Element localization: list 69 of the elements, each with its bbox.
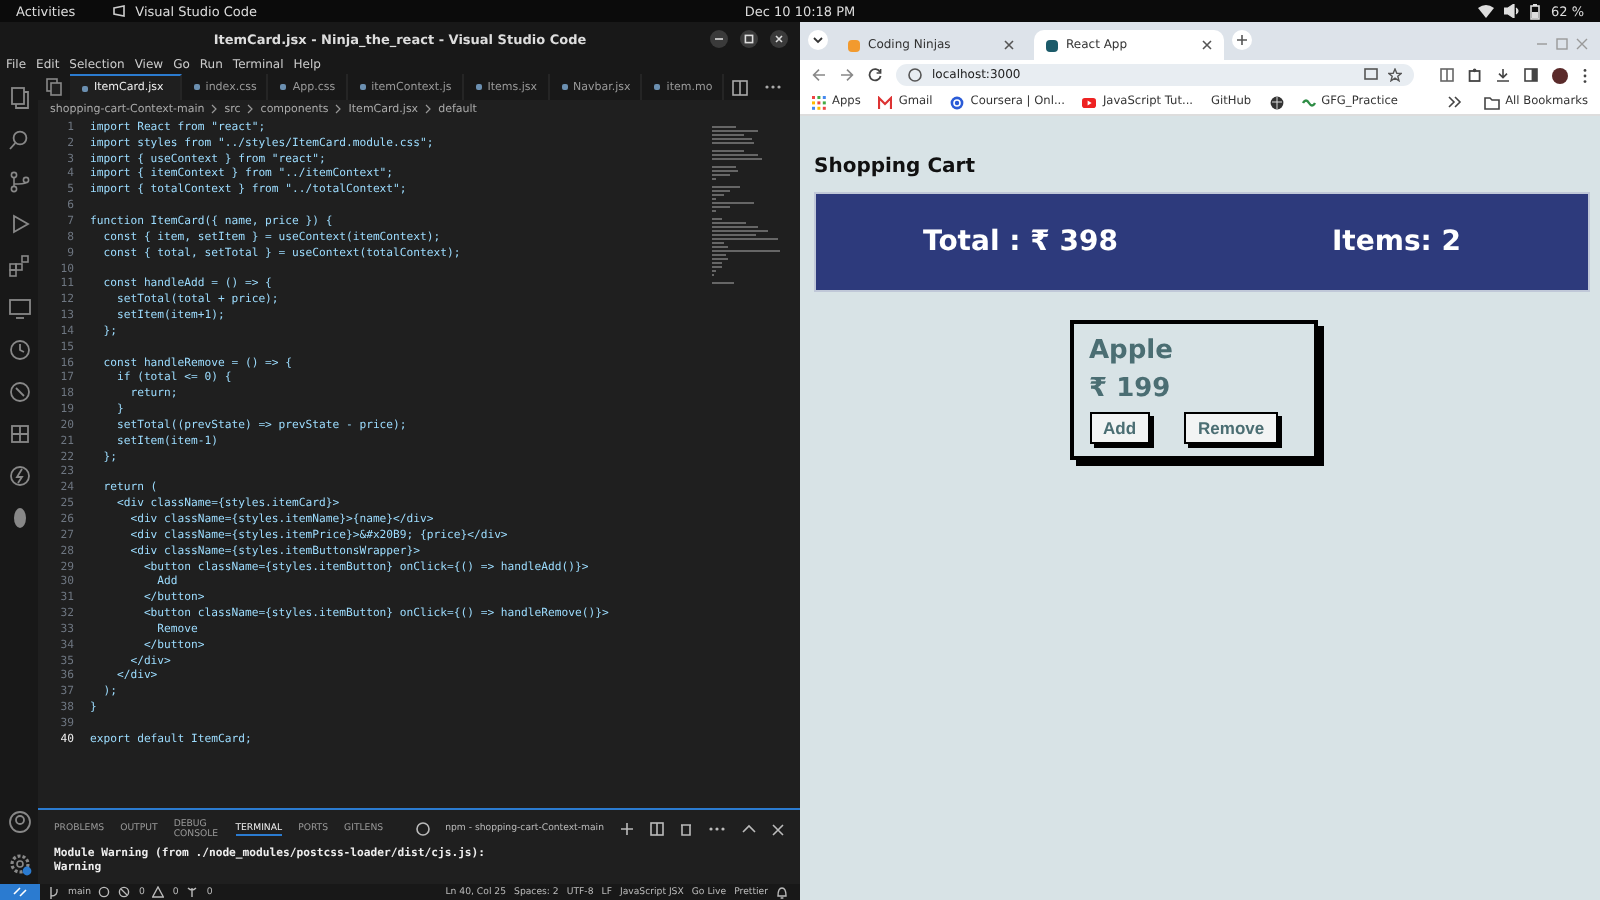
- chevron-icon: [246, 104, 255, 114]
- trash-icon[interactable]: [680, 822, 692, 836]
- item-price: ₹ 199: [1089, 374, 1173, 404]
- add-button[interactable]: Add: [1089, 412, 1151, 444]
- files-icon[interactable]: [7, 86, 31, 110]
- run-debug-icon[interactable]: [7, 212, 31, 236]
- avatar-icon[interactable]: [1552, 67, 1568, 83]
- forward-icon[interactable]: [840, 68, 854, 82]
- cast-icon[interactable]: [1364, 68, 1378, 82]
- split-editor-icon[interactable]: [732, 79, 749, 95]
- minimize-icon[interactable]: [710, 30, 728, 48]
- errors-icon: [118, 886, 131, 898]
- side-panel-icon[interactable]: [1524, 68, 1538, 82]
- apps-grid-icon: [812, 95, 826, 109]
- chevron-icon: [334, 104, 343, 114]
- account-icon[interactable]: [7, 810, 31, 834]
- site-info-icon[interactable]: [908, 68, 922, 82]
- source-control-icon[interactable]: [7, 170, 31, 194]
- terminal-icon: [415, 822, 430, 836]
- overflow-chevron-icon[interactable]: [1447, 96, 1462, 108]
- bell-icon[interactable]: [776, 885, 788, 899]
- close-icon[interactable]: [772, 823, 784, 835]
- remove-button[interactable]: Remove: [1184, 412, 1279, 444]
- extensions-icon[interactable]: [7, 254, 31, 278]
- chevron-icon: [210, 104, 219, 114]
- sync-icon[interactable]: [98, 886, 111, 898]
- wifi-icon: [1478, 4, 1495, 18]
- grid-icon[interactable]: [7, 422, 31, 446]
- item-count: Items: 2: [1331, 226, 1461, 258]
- copy-icon[interactable]: [46, 78, 62, 96]
- search-icon[interactable]: [7, 128, 31, 152]
- clock-icon[interactable]: [7, 338, 31, 362]
- more-icon[interactable]: [1582, 67, 1588, 83]
- lightning-icon[interactable]: [7, 464, 31, 488]
- speaker-icon: [1504, 4, 1521, 18]
- settings-icon[interactable]: [7, 852, 31, 876]
- close-icon[interactable]: [1004, 40, 1014, 50]
- antenna-icon: [186, 886, 199, 898]
- star-icon[interactable]: [1388, 68, 1402, 82]
- more-icon[interactable]: [708, 826, 726, 832]
- reader-icon[interactable]: [1440, 68, 1454, 82]
- remote-icon[interactable]: [0, 884, 40, 900]
- tab-list-icon[interactable]: [808, 30, 828, 50]
- chevron-icon: [424, 104, 433, 114]
- close-icon[interactable]: [770, 30, 788, 48]
- chevron-up-icon[interactable]: [742, 824, 756, 834]
- mail-icon: [878, 95, 893, 109]
- download-icon[interactable]: [1496, 68, 1510, 82]
- close-icon[interactable]: [1202, 40, 1212, 50]
- code-editor-icon: [111, 4, 126, 18]
- reload-icon[interactable]: [868, 68, 882, 82]
- item-name: Apple: [1089, 336, 1175, 366]
- page-heading: Shopping Cart: [814, 156, 977, 178]
- new-tab-icon[interactable]: [1232, 30, 1252, 50]
- puzzle-icon[interactable]: [1468, 68, 1482, 82]
- back-icon[interactable]: [812, 68, 826, 82]
- plus-icon[interactable]: [620, 822, 634, 836]
- globe-icon: [950, 95, 965, 109]
- video-icon: [1082, 95, 1097, 109]
- maximize-icon[interactable]: [740, 30, 758, 48]
- monitor-icon[interactable]: [7, 296, 31, 320]
- globe-icon[interactable]: [1269, 95, 1284, 109]
- wave-icon: [1301, 95, 1316, 109]
- more-icon[interactable]: [764, 84, 783, 90]
- battery-icon: [1530, 3, 1541, 19]
- cart-total: Total : ₹ 398: [923, 226, 1118, 258]
- warning-icon: [152, 886, 165, 898]
- split-terminal-icon[interactable]: [650, 822, 664, 836]
- folder-icon: [1483, 95, 1500, 109]
